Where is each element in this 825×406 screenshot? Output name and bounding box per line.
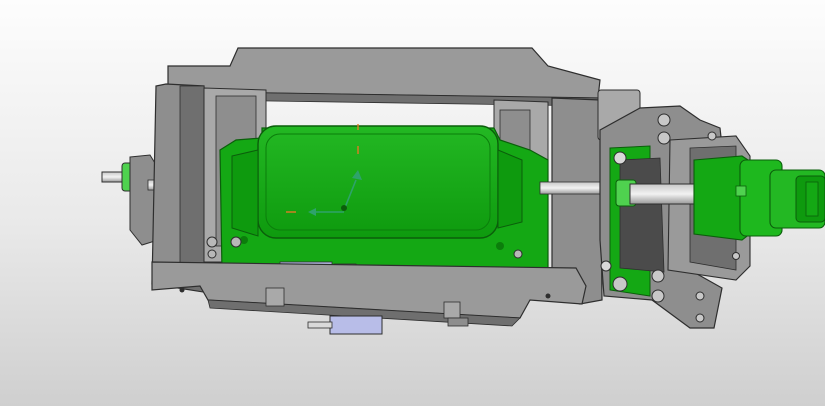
center-shaft[interactable] bbox=[539, 181, 601, 195]
bottom-rail[interactable] bbox=[151, 261, 587, 335]
cad-viewport[interactable] bbox=[0, 0, 825, 406]
assembly-model[interactable] bbox=[0, 0, 825, 406]
green-connector[interactable] bbox=[693, 155, 825, 241]
origin-marker-icon bbox=[341, 205, 347, 211]
motor-housing[interactable] bbox=[219, 125, 549, 273]
output-shaft[interactable] bbox=[615, 179, 701, 207]
